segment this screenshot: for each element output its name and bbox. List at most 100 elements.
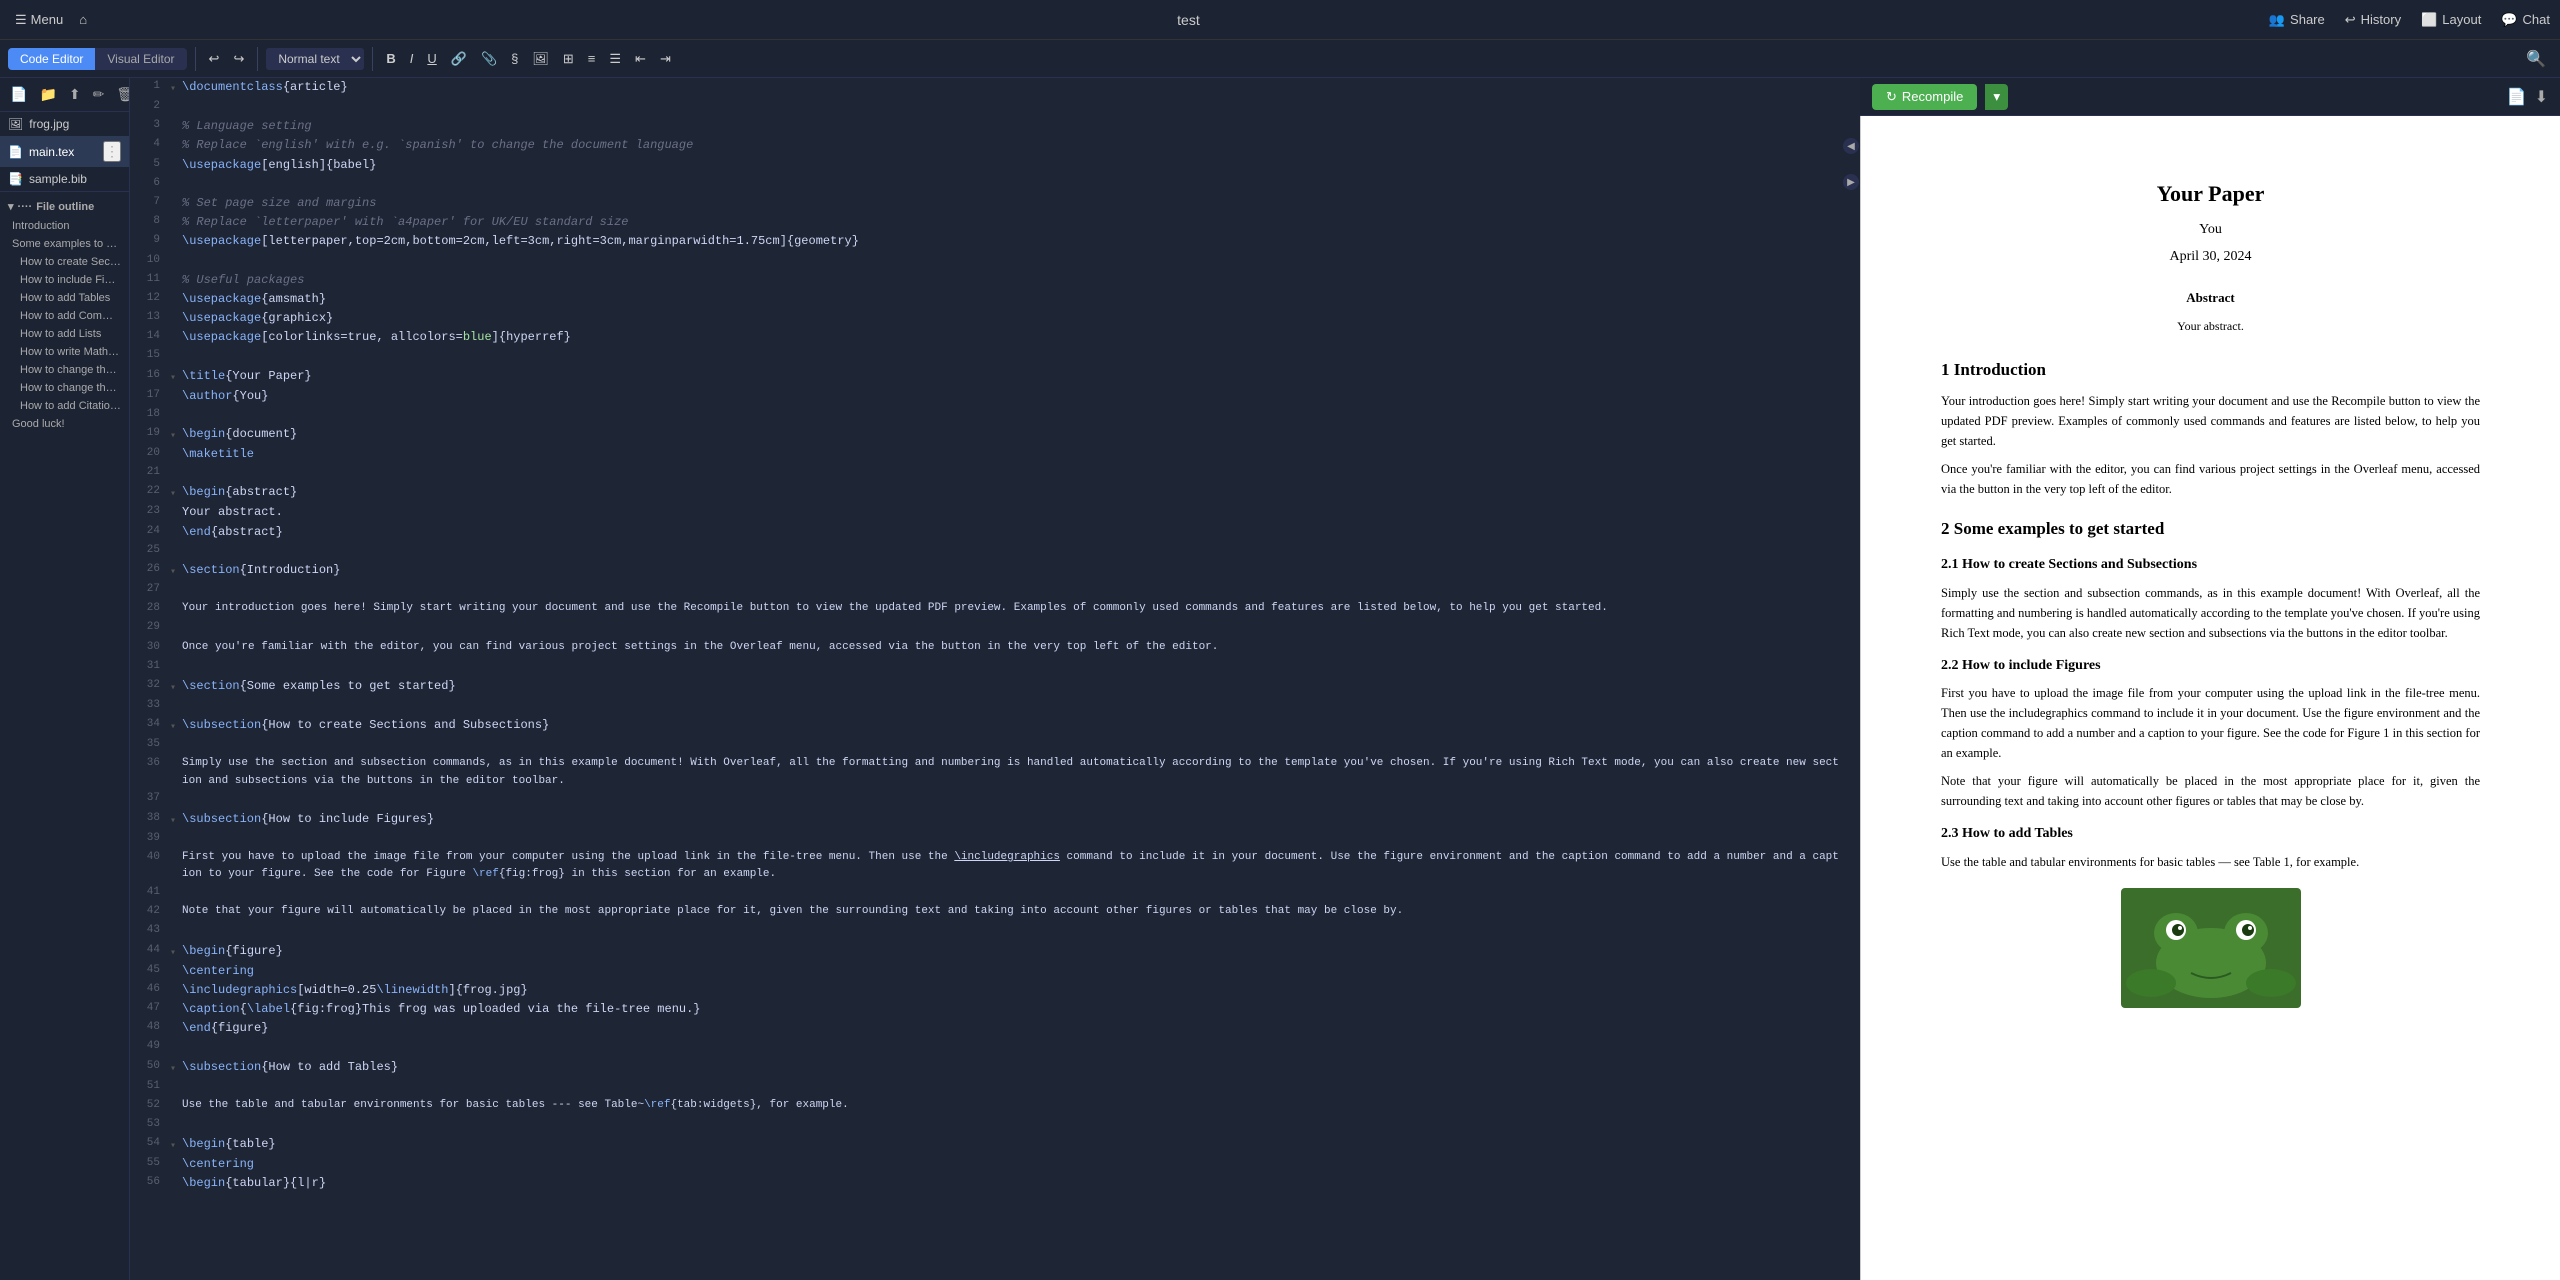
citation-button[interactable]: 📎 (476, 48, 502, 70)
line-37: 37 (130, 790, 1842, 809)
main-area: 📄 📁 ⬆ ✏ 🗑 🖼 frog.jpg 📄 main.tex ⋮ 📑 samp… (0, 78, 2560, 1280)
chat-action[interactable]: 💬 Chat (2501, 12, 2550, 28)
outline-item-5[interactable]: How to add Comme... (0, 307, 129, 325)
sidebar-toolbar: 📄 📁 ⬆ ✏ 🗑 (0, 78, 129, 112)
line-23: 23Your abstract. (130, 503, 1842, 522)
outline-header[interactable]: ▾ ···· File outline (0, 192, 129, 217)
share-action[interactable]: 👥 Share (2269, 12, 2325, 28)
outline-collapse-icon: ▾ (8, 200, 14, 213)
line-44: 44▾\begin{figure} (130, 942, 1842, 962)
underline-button[interactable]: U (422, 48, 441, 69)
visual-editor-button[interactable]: Visual Editor (95, 48, 186, 70)
outline-item-3[interactable]: How to include Figur... (0, 271, 129, 289)
line-36: 36Simply use the section and subsection … (130, 755, 1842, 790)
outline-item-6[interactable]: How to add Lists (0, 325, 129, 343)
outline-item-8[interactable]: How to change the ... (0, 361, 129, 379)
line-26: 26▾\section{Introduction} (130, 561, 1842, 581)
line-51: 51 (130, 1078, 1842, 1097)
home-button[interactable]: ⌂ (74, 9, 92, 30)
line-45: 45\centering (130, 962, 1842, 981)
section-2-heading: 2 Some examples to get started (1941, 515, 2480, 542)
upload-button[interactable]: ⬆ (67, 84, 83, 105)
outline-item-10[interactable]: How to add Citation... (0, 397, 129, 415)
paper-title: Your Paper (1941, 176, 2480, 211)
preview-download-button[interactable]: ⬇ (2535, 87, 2548, 107)
ref-button[interactable]: § (506, 48, 523, 69)
outline-item-1[interactable]: Some examples to get st... (0, 235, 129, 253)
line-55: 55\centering (130, 1155, 1842, 1174)
editor-content[interactable]: 1▾\documentclass{article} 2 3% Language … (130, 78, 1842, 1280)
file-item-bib[interactable]: 📑 sample.bib (0, 167, 129, 191)
layout-action[interactable]: ⬜ Layout (2421, 12, 2481, 28)
code-editor-button[interactable]: Code Editor (8, 48, 95, 70)
pdf-preview[interactable]: Your Paper You April 30, 2024 Abstract Y… (1860, 116, 2560, 1280)
line-21: 21 (130, 464, 1842, 483)
table-button[interactable]: ⊞ (558, 48, 579, 70)
subsection-23-heading: 2.3 How to add Tables (1941, 823, 2480, 845)
outline-header-label: ···· (18, 201, 33, 213)
menu-button[interactable]: ☰ Menu (10, 9, 68, 31)
line-50: 50▾\subsection{How to add Tables} (130, 1058, 1842, 1078)
paper-author: You (1941, 219, 2480, 241)
file-icon-frog: 🖼 (8, 117, 23, 131)
menu-area: ☰ Menu ⌂ (10, 9, 92, 31)
document-title: test (108, 12, 2269, 28)
history-label: History (2361, 12, 2401, 27)
line-47: 47\caption{\label{fig:frog}This frog was… (130, 1000, 1842, 1019)
edit-button[interactable]: ✏ (91, 84, 107, 105)
line-43: 43 (130, 922, 1842, 941)
subsection-21-p: Simply use the section and subsection co… (1941, 583, 2480, 643)
frog-image (2121, 888, 2301, 1008)
refresh-icon: ↻ (1886, 89, 1897, 105)
file-item-frog[interactable]: 🖼 frog.jpg (0, 112, 129, 136)
line-5: 5\usepackage[english]{babel} (130, 156, 1842, 175)
recompile-button[interactable]: ↻ Recompile (1872, 84, 1977, 110)
unordered-list-button[interactable]: ≡ (583, 48, 601, 69)
link-button[interactable]: 🔗 (446, 48, 472, 70)
menu-label: Menu (31, 12, 64, 27)
preview-panel: ↻ Recompile ▾ 📄 ⬇ Your Paper You April 3… (1860, 78, 2560, 1280)
indent-right-button[interactable]: ⇥ (655, 48, 676, 70)
chat-label: Chat (2523, 12, 2550, 27)
indent-left-button[interactable]: ⇤ (630, 48, 651, 70)
line-53: 53 (130, 1116, 1842, 1135)
outline-item-4[interactable]: How to add Tables (0, 289, 129, 307)
italic-button[interactable]: I (405, 48, 419, 69)
line-25: 25 (130, 542, 1842, 561)
style-select[interactable]: Normal text (266, 48, 364, 70)
history-action[interactable]: ↩ History (2345, 12, 2401, 28)
sidebar: 📄 📁 ⬆ ✏ 🗑 🖼 frog.jpg 📄 main.tex ⋮ 📑 samp… (0, 78, 130, 1280)
file-item-main[interactable]: 📄 main.tex ⋮ (0, 136, 129, 167)
search-button[interactable]: 🔍 (2520, 46, 2552, 72)
new-file-button[interactable]: 📄 (8, 84, 29, 105)
line-9: 9\usepackage[letterpaper,top=2cm,bottom=… (130, 232, 1842, 251)
subsection-22-heading: 2.2 How to include Figures (1941, 655, 2480, 677)
new-folder-button[interactable]: 📁 (37, 84, 58, 105)
outline-item-11[interactable]: Good luck! (0, 415, 129, 433)
collapse-left-button[interactable]: ◀ (1843, 138, 1859, 154)
outline-item-2[interactable]: How to create Sectio... (0, 253, 129, 271)
delete-button[interactable]: 🗑 (114, 84, 130, 105)
ordered-list-button[interactable]: ☰ (604, 48, 626, 70)
share-icon: 👥 (2269, 12, 2285, 28)
file-options-button[interactable]: ⋮ (103, 141, 121, 162)
line-41: 41 (130, 884, 1842, 903)
subsection-23-p: Use the table and tabular environments f… (1941, 852, 2480, 872)
preview-content: Your Paper You April 30, 2024 Abstract Y… (1861, 116, 2560, 1084)
outline-item-0[interactable]: Introduction (0, 217, 129, 235)
recompile-dropdown-button[interactable]: ▾ (1985, 84, 2008, 110)
preview-file-button[interactable]: 📄 (2507, 87, 2527, 107)
collapse-right-button[interactable]: ▶ (1843, 174, 1859, 190)
redo-button[interactable]: ↪ (228, 48, 249, 70)
line-38: 38▾\subsection{How to include Figures} (130, 810, 1842, 830)
undo-button[interactable]: ↩ (204, 48, 225, 70)
line-35: 35 (130, 736, 1842, 755)
file-name-main: main.tex (29, 145, 74, 159)
outline-item-7[interactable]: How to write Mathe... (0, 343, 129, 361)
right-actions: 👥 Share ↩ History ⬜ Layout 💬 Chat (2269, 12, 2550, 28)
line-11: 11% Useful packages (130, 271, 1842, 290)
line-56: 56\begin{tabular}{l|r} (130, 1174, 1842, 1193)
bold-button[interactable]: B (381, 48, 400, 69)
outline-item-9[interactable]: How to change the d... (0, 379, 129, 397)
image-button[interactable]: 🖼 (527, 48, 554, 70)
